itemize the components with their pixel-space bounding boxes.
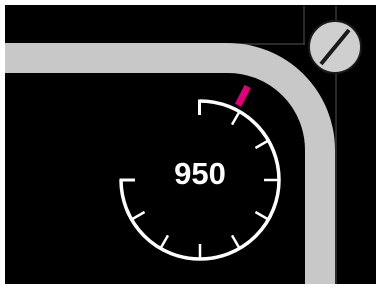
speed-readout: 950 <box>174 156 226 191</box>
game-board: 950 <box>5 5 376 284</box>
rotate-button[interactable] <box>308 20 362 74</box>
